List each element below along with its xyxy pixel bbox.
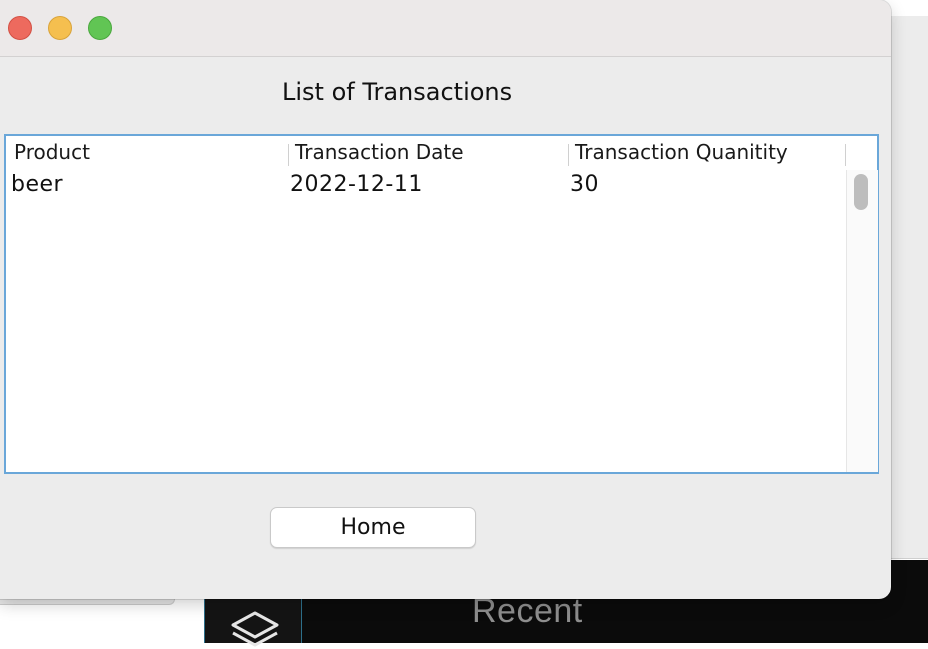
home-button[interactable]: Home — [270, 507, 476, 548]
scrollbar-thumb[interactable] — [854, 174, 868, 210]
cell-transaction-date[interactable]: 2022-12-11 — [290, 172, 423, 197]
minimize-window-button[interactable] — [48, 16, 72, 40]
title-bar[interactable] — [0, 0, 891, 57]
layers-icon[interactable] — [229, 609, 281, 649]
column-divider[interactable] — [288, 144, 289, 166]
table-header: Product Transaction Date Transaction Qua… — [6, 136, 877, 170]
column-header-transaction-date[interactable]: Transaction Date — [295, 140, 464, 164]
transactions-window: List of Transactions Product Transaction… — [0, 0, 891, 599]
column-divider[interactable] — [568, 144, 569, 166]
column-header-transaction-quantity[interactable]: Transaction Quanitity — [575, 140, 788, 164]
close-window-button[interactable] — [8, 16, 32, 40]
vertical-scrollbar[interactable] — [846, 170, 878, 472]
page-title: List of Transactions — [282, 78, 513, 106]
zoom-window-button[interactable] — [88, 16, 112, 40]
transactions-table[interactable]: Product Transaction Date Transaction Qua… — [4, 134, 879, 474]
cell-product[interactable]: beer — [11, 172, 63, 197]
column-header-product[interactable]: Product — [14, 140, 90, 164]
column-divider[interactable] — [845, 144, 846, 166]
table-row[interactable]: beer 2022-12-11 30 — [6, 172, 846, 202]
cell-transaction-quantity[interactable]: 30 — [570, 172, 599, 197]
